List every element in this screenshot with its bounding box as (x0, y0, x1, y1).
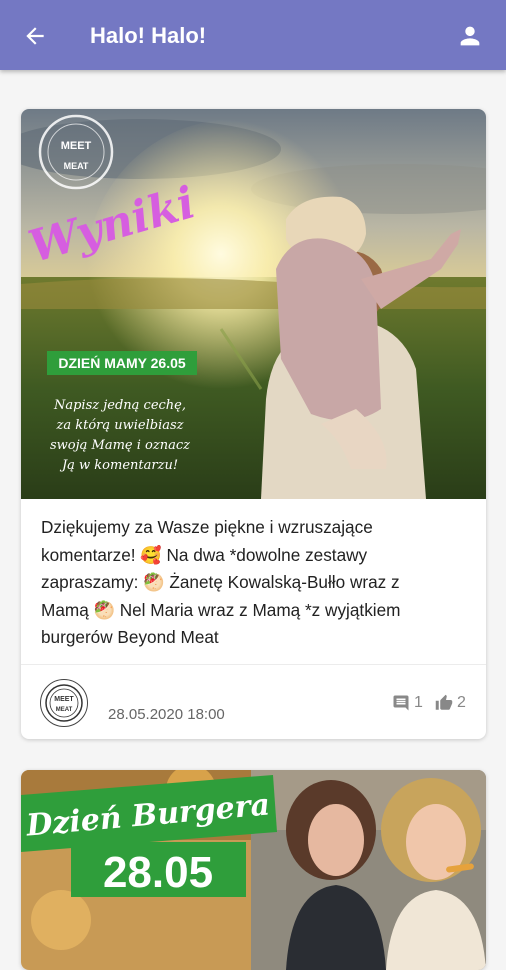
post-text-line: burgerów Beyond Meat (41, 627, 219, 647)
post-text-line: Dziękujemy za Wasze piękne i wzruszające (41, 517, 373, 537)
image-tag: DZIEŃ MAMY 26.05 (58, 355, 186, 371)
app-bar: Halo! Halo! (0, 0, 506, 70)
post-image[interactable]: MEET MEAT Wyniki DZIEŃ MAMY 26.05 Napisz… (21, 109, 486, 499)
image-caption-line: swoją Mamę i oznacz (50, 438, 190, 453)
like-button[interactable]: 2 (435, 693, 466, 713)
image-date-badge: 28.05 (103, 848, 213, 897)
likes-count: 2 (457, 694, 466, 711)
post-text: Dziękujemy za Wasze piękne i wzruszające… (41, 514, 466, 652)
divider (21, 664, 486, 665)
arrow-left-icon (26, 27, 44, 45)
logo-text-bottom: MEAT (64, 161, 89, 171)
person-icon (460, 26, 480, 46)
thumbs-up-icon (435, 694, 453, 710)
post-text-line: Mamą 🥙 Nel Maria wraz z Mamą *z wyjątkie… (41, 599, 401, 620)
comments-count: 1 (414, 694, 423, 711)
avatar-logo-bottom: MEAT (56, 707, 73, 713)
comment-icon (393, 695, 409, 711)
post-card[interactable]: Dzień Burgera 28.05 (21, 770, 486, 970)
image-caption-line: za którą uwielbiasz (55, 418, 183, 433)
avatar[interactable]: MEET MEAT (40, 679, 88, 727)
post-card[interactable]: MEET MEAT Wyniki DZIEŃ MAMY 26.05 Napisz… (21, 109, 486, 739)
post-text-line: komentarze! 🥰 Na dwa *dowolne zestawy (41, 544, 368, 565)
page-title: Halo! Halo! (90, 23, 207, 48)
avatar-logo-top: MEET (54, 696, 74, 703)
post-text-line: zapraszamy: 🥙 Żanetę Kowalską-Bułło wraz… (41, 572, 400, 592)
profile-button[interactable] (456, 22, 484, 50)
image-caption-line: Napisz jedną cechę, (53, 398, 186, 413)
back-button[interactable] (22, 23, 48, 49)
image-caption-line: Ją w komentarzu! (59, 458, 178, 473)
logo-text-top: MEET (61, 140, 92, 152)
post-date: 28.05.2020 18:00 (108, 706, 225, 723)
post-image[interactable]: Dzień Burgera 28.05 (21, 770, 486, 970)
comments-button[interactable]: 1 (392, 693, 423, 713)
